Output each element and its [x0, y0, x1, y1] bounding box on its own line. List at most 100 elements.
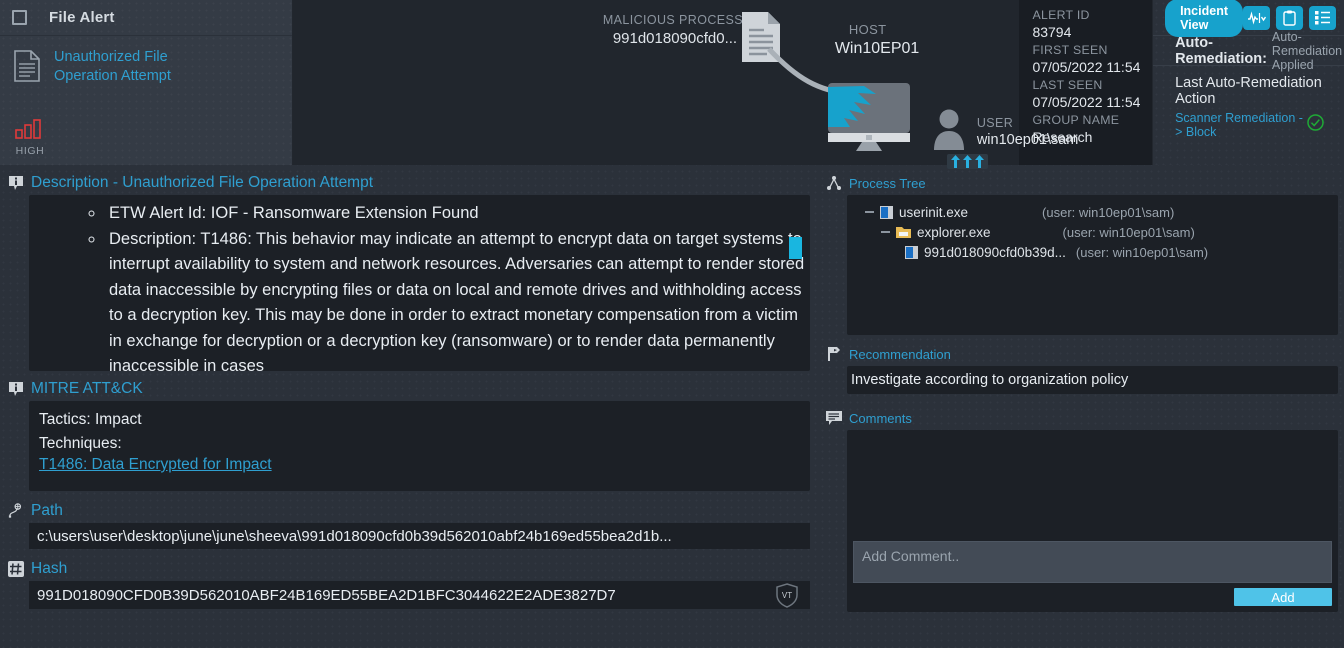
path-route-icon — [8, 503, 22, 518]
host-value: Win10EP01 — [834, 40, 920, 57]
hash-field[interactable]: 991D018090CFD0B39D562010ABF24B169ED55BEA… — [29, 581, 810, 609]
meta-value-last-seen: 07/05/2022 11:54 — [1032, 94, 1141, 110]
alert-name-link[interactable]: Unauthorized File Operation Attempt — [54, 48, 171, 86]
host-computer-icon — [827, 83, 910, 151]
process-tree-heading: Process Tree — [849, 175, 926, 191]
process-user: (user: win10ep01\sam) — [1075, 244, 1209, 260]
mitre-tactics: Tactics: Impact — [39, 411, 142, 428]
mitre-technique-link[interactable]: T1486: Data Encrypted for Impact — [39, 456, 272, 473]
hash-value: 991D018090CFD0B39D562010ABF24B169ED55BEA… — [37, 586, 616, 604]
right-column: Process Tree userinit.exe (user: win10ep… — [818, 165, 1344, 648]
description-item: Description: T1486: This behavior may in… — [105, 227, 810, 372]
process-tree-node[interactable]: explorer.exe (user: win10ep01\sam) — [865, 222, 1338, 242]
description-panel: ETW Alert Id: IOF - Ransomware Extension… — [29, 195, 810, 371]
hash-heading: Hash — [31, 560, 68, 577]
last-auto-remediation-link[interactable]: Scanner Remediation -> Block — [1175, 111, 1307, 139]
signal-bars-icon — [15, 119, 41, 139]
add-comment-button[interactable]: Add — [1234, 588, 1332, 606]
path-heading: Path — [31, 502, 63, 519]
process-tree-node[interactable]: userinit.exe (user: win10ep01\sam) — [865, 202, 1338, 222]
recommendation-panel: Investigate according to organization po… — [847, 366, 1338, 394]
user-avatar-icon — [933, 109, 964, 150]
top-summary-row: File Alert Unauthorized File Operation A… — [0, 0, 1344, 169]
alert-summary-card: File Alert Unauthorized File Operation A… — [0, 0, 293, 165]
info-bubble-icon — [9, 382, 23, 396]
activity-arrows-badge[interactable] — [946, 154, 988, 169]
clipboard-icon[interactable] — [1276, 5, 1303, 30]
process-tree-section-header: Process Tree — [822, 171, 1338, 195]
alert-card-header: File Alert — [0, 0, 292, 36]
left-column: Description - Unauthorized File Operatio… — [0, 165, 818, 648]
path-field[interactable]: c:\users\user\desktop\june\june\sheeva\9… — [29, 523, 810, 549]
mitre-heading: MITRE ATT&CK — [31, 380, 143, 397]
up-arrow-icon — [962, 155, 972, 168]
malicious-process-label: MALICIOUS PROCESS — [602, 13, 743, 27]
svg-text:VT: VT — [782, 591, 792, 600]
meta-value-alert-id: 83794 — [1032, 24, 1072, 40]
alert-select-checkbox[interactable] — [12, 10, 27, 25]
virustotal-shield-icon[interactable]: VT — [774, 582, 800, 612]
alert-card-body: Unauthorized File Operation Attempt — [0, 36, 292, 86]
incident-view-button[interactable]: Incident View — [1165, 0, 1243, 37]
info-bubble-icon — [9, 176, 23, 190]
meta-key-alert-id: ALERT ID — [1032, 8, 1090, 22]
process-user: (user: win10ep01\sam) — [1042, 204, 1175, 220]
auto-remediation-status-row: Auto-Remediation: Auto-Remediation Appli… — [1153, 30, 1344, 72]
attack-topology-diagram: MALICIOUS PROCESS 991d018090cfd0... HOST… — [292, 0, 1078, 169]
mitre-techniques-label: Techniques: — [39, 435, 122, 452]
recommendation-flag-icon — [828, 347, 840, 361]
description-item: ETW Alert Id: IOF - Ransomware Extension… — [105, 201, 810, 227]
user-value: win10ep01\sam — [976, 132, 1079, 148]
process-tree-icon — [827, 176, 841, 190]
activity-chevron-icon[interactable] — [1243, 5, 1270, 30]
exe-icon — [880, 205, 893, 219]
file-alert-detail-page: File Alert Unauthorized File Operation A… — [0, 0, 1344, 648]
toolbar-icon-group — [1243, 5, 1336, 30]
last-auto-remediation-row: Scanner Remediation -> Block — [1153, 107, 1344, 139]
description-list: ETW Alert Id: IOF - Ransomware Extension… — [29, 195, 810, 371]
up-arrow-icon — [974, 155, 984, 168]
main-content: Description - Unauthorized File Operatio… — [0, 165, 1344, 648]
process-name: userinit.exe — [899, 204, 969, 220]
description-heading: Description - Unauthorized File Operatio… — [31, 174, 374, 191]
meta-key-first-seen: FIRST SEEN — [1032, 43, 1108, 57]
user-label: USER — [976, 116, 1014, 130]
folder-icon — [896, 227, 911, 238]
up-arrow-icon — [950, 155, 960, 168]
auto-remediation-label: Auto-Remediation: — [1175, 34, 1267, 67]
path-section-header: Path — [4, 499, 810, 523]
description-section-header: Description - Unauthorized File Operatio… — [4, 171, 810, 195]
comments-panel: Add — [847, 430, 1338, 612]
path-value: c:\users\user\desktop\june\june\sheeva\9… — [37, 527, 672, 545]
process-name: explorer.exe — [917, 224, 991, 240]
exe-icon — [905, 245, 918, 259]
host-label: HOST — [848, 22, 887, 37]
comments-heading: Comments — [849, 410, 912, 426]
meta-key-last-seen: LAST SEEN — [1032, 78, 1103, 92]
comments-list — [853, 436, 1332, 541]
list-icon[interactable] — [1309, 5, 1336, 30]
comments-bubble-icon — [826, 411, 842, 425]
recommendation-heading: Recommendation — [849, 346, 951, 362]
mitre-panel: Tactics: Impact Techniques: T1486: Data … — [29, 401, 810, 491]
process-user: (user: win10ep01\sam) — [1062, 224, 1195, 240]
process-name: 991d018090cfd0b39d... — [924, 244, 1066, 260]
severity-label: HIGH — [15, 145, 45, 157]
process-tree-panel: userinit.exe (user: win10ep01\sam) explo… — [847, 195, 1338, 335]
document-icon — [14, 50, 40, 82]
recommendation-value: Investigate according to organization po… — [851, 372, 1129, 388]
auto-remediation-status: Auto-Remediation Applied — [1271, 29, 1343, 72]
comments-actions: Add — [853, 588, 1332, 606]
add-comment-input[interactable] — [853, 541, 1332, 583]
mitre-section-header: MITRE ATT&CK — [4, 377, 810, 401]
recommendation-section-header: Recommendation — [822, 342, 1338, 366]
last-auto-remediation-title: Last Auto-Remediation Action — [1175, 75, 1322, 107]
collapse-minus-icon[interactable] — [881, 231, 890, 233]
severity-indicator: HIGH — [8, 119, 52, 157]
comments-section-header: Comments — [822, 406, 1338, 430]
description-scrollbar-thumb[interactable] — [789, 237, 802, 259]
collapse-minus-icon[interactable] — [865, 211, 874, 213]
process-tree-node[interactable]: 991d018090cfd0b39d... (user: win10ep01\s… — [865, 242, 1338, 262]
hash-section-header: Hash — [4, 557, 810, 581]
hash-icon — [8, 561, 24, 577]
